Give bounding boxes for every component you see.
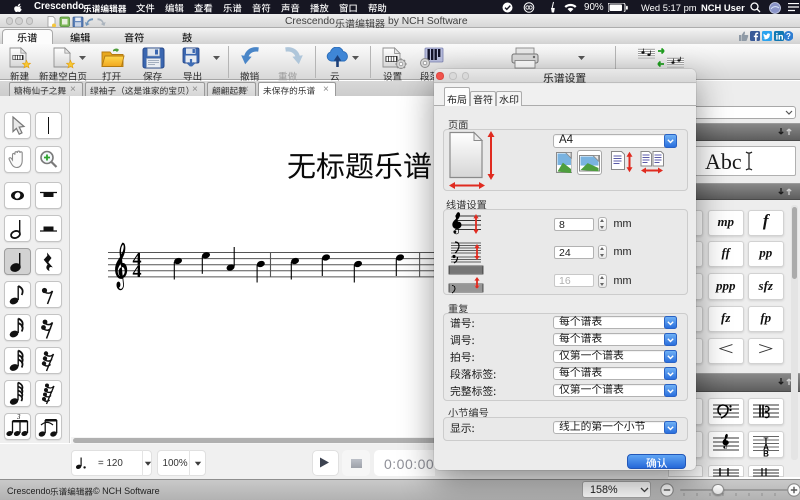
svg-text:?: ? <box>786 32 791 41</box>
svg-text:3: 3 <box>16 413 21 421</box>
svg-text:B: B <box>763 450 769 459</box>
